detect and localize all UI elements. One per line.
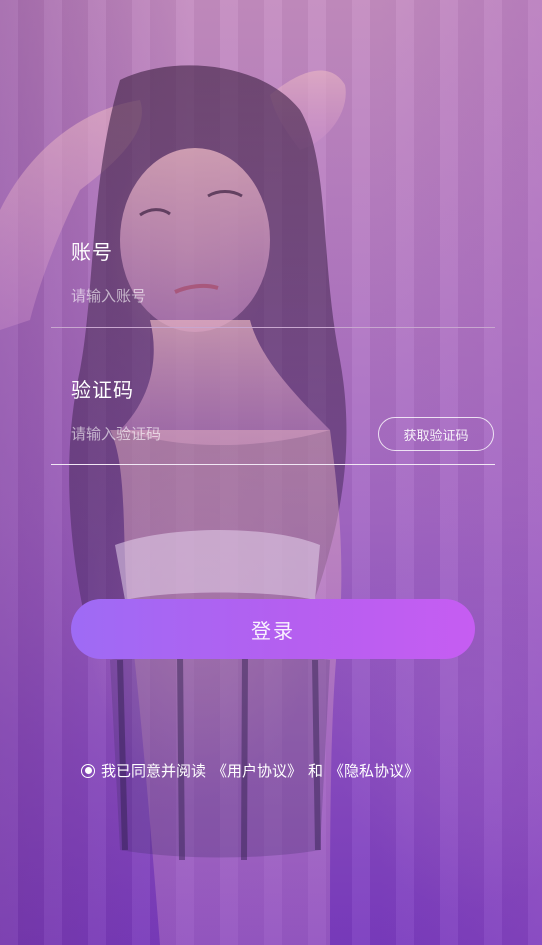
account-input[interactable] xyxy=(71,284,491,308)
background-curtain xyxy=(0,0,542,945)
agreement-radio-dot xyxy=(84,767,92,774)
agreement-row: 我已同意并阅读 《用户协议》 和 《隐私协议》 xyxy=(81,760,419,781)
agreement-radio[interactable] xyxy=(81,763,95,778)
get-code-button[interactable]: 获取验证码 xyxy=(378,417,494,451)
agreement-text: 我已同意并阅读 xyxy=(101,762,207,780)
privacy-policy-link[interactable]: 《隐私协议》 xyxy=(329,760,419,781)
agreement-conjunction: 和 xyxy=(308,762,324,780)
account-label: 账号 xyxy=(71,240,113,264)
login-screen: 账号 验证码 获取验证码 登录 我已同意并阅读 《用户协议》 和 《隐私协议》 xyxy=(0,0,542,945)
code-underline xyxy=(51,464,495,465)
account-underline xyxy=(51,327,495,328)
login-button[interactable]: 登录 xyxy=(71,599,475,659)
code-label: 验证码 xyxy=(71,378,134,402)
code-input[interactable] xyxy=(71,422,361,446)
user-agreement-link[interactable]: 《用户协议》 xyxy=(212,760,302,781)
background-photo xyxy=(0,65,347,945)
